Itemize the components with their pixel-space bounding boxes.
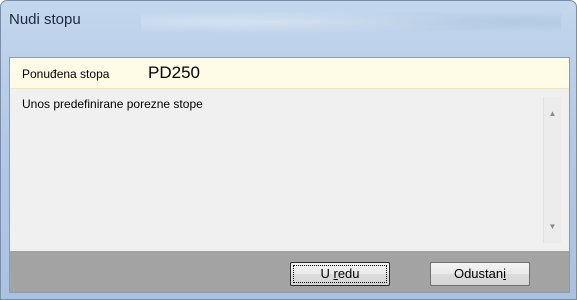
dialog-content: Ponuđena stopa PD250 Unos predefinirane … bbox=[9, 57, 570, 293]
title-bar-glass bbox=[141, 9, 561, 35]
scroll-up-arrow-icon[interactable]: ▲ bbox=[544, 105, 561, 122]
ok-button-label-post: edu bbox=[337, 266, 360, 281]
title-bar[interactable]: Nudi stopu bbox=[1, 1, 576, 41]
description-text: Unos predefinirane porezne stope bbox=[22, 97, 203, 111]
dialog-window: Nudi stopu Ponuđena stopa PD250 Unos pre… bbox=[0, 0, 577, 300]
ok-button-label-pre: U bbox=[320, 266, 334, 281]
rate-field-row: Ponuđena stopa PD250 bbox=[10, 58, 569, 89]
cancel-button[interactable]: Odustani bbox=[430, 262, 530, 286]
description-memo[interactable]: Unos predefinirane porezne stope ▲ ▼ bbox=[10, 89, 569, 251]
rate-field-value[interactable]: PD250 bbox=[148, 63, 200, 83]
cancel-button-label-accel: i bbox=[503, 266, 507, 281]
window-title: Nudi stopu bbox=[9, 11, 81, 28]
button-bar: U redu Odustani bbox=[10, 251, 569, 292]
cancel-button-label-pre: Odustan bbox=[453, 266, 504, 281]
scroll-down-arrow-icon[interactable]: ▼ bbox=[544, 218, 561, 235]
ok-button[interactable]: U redu bbox=[290, 262, 390, 286]
rate-field-label: Ponuđena stopa bbox=[22, 67, 110, 81]
vertical-scrollbar[interactable]: ▲ ▼ bbox=[543, 97, 561, 243]
